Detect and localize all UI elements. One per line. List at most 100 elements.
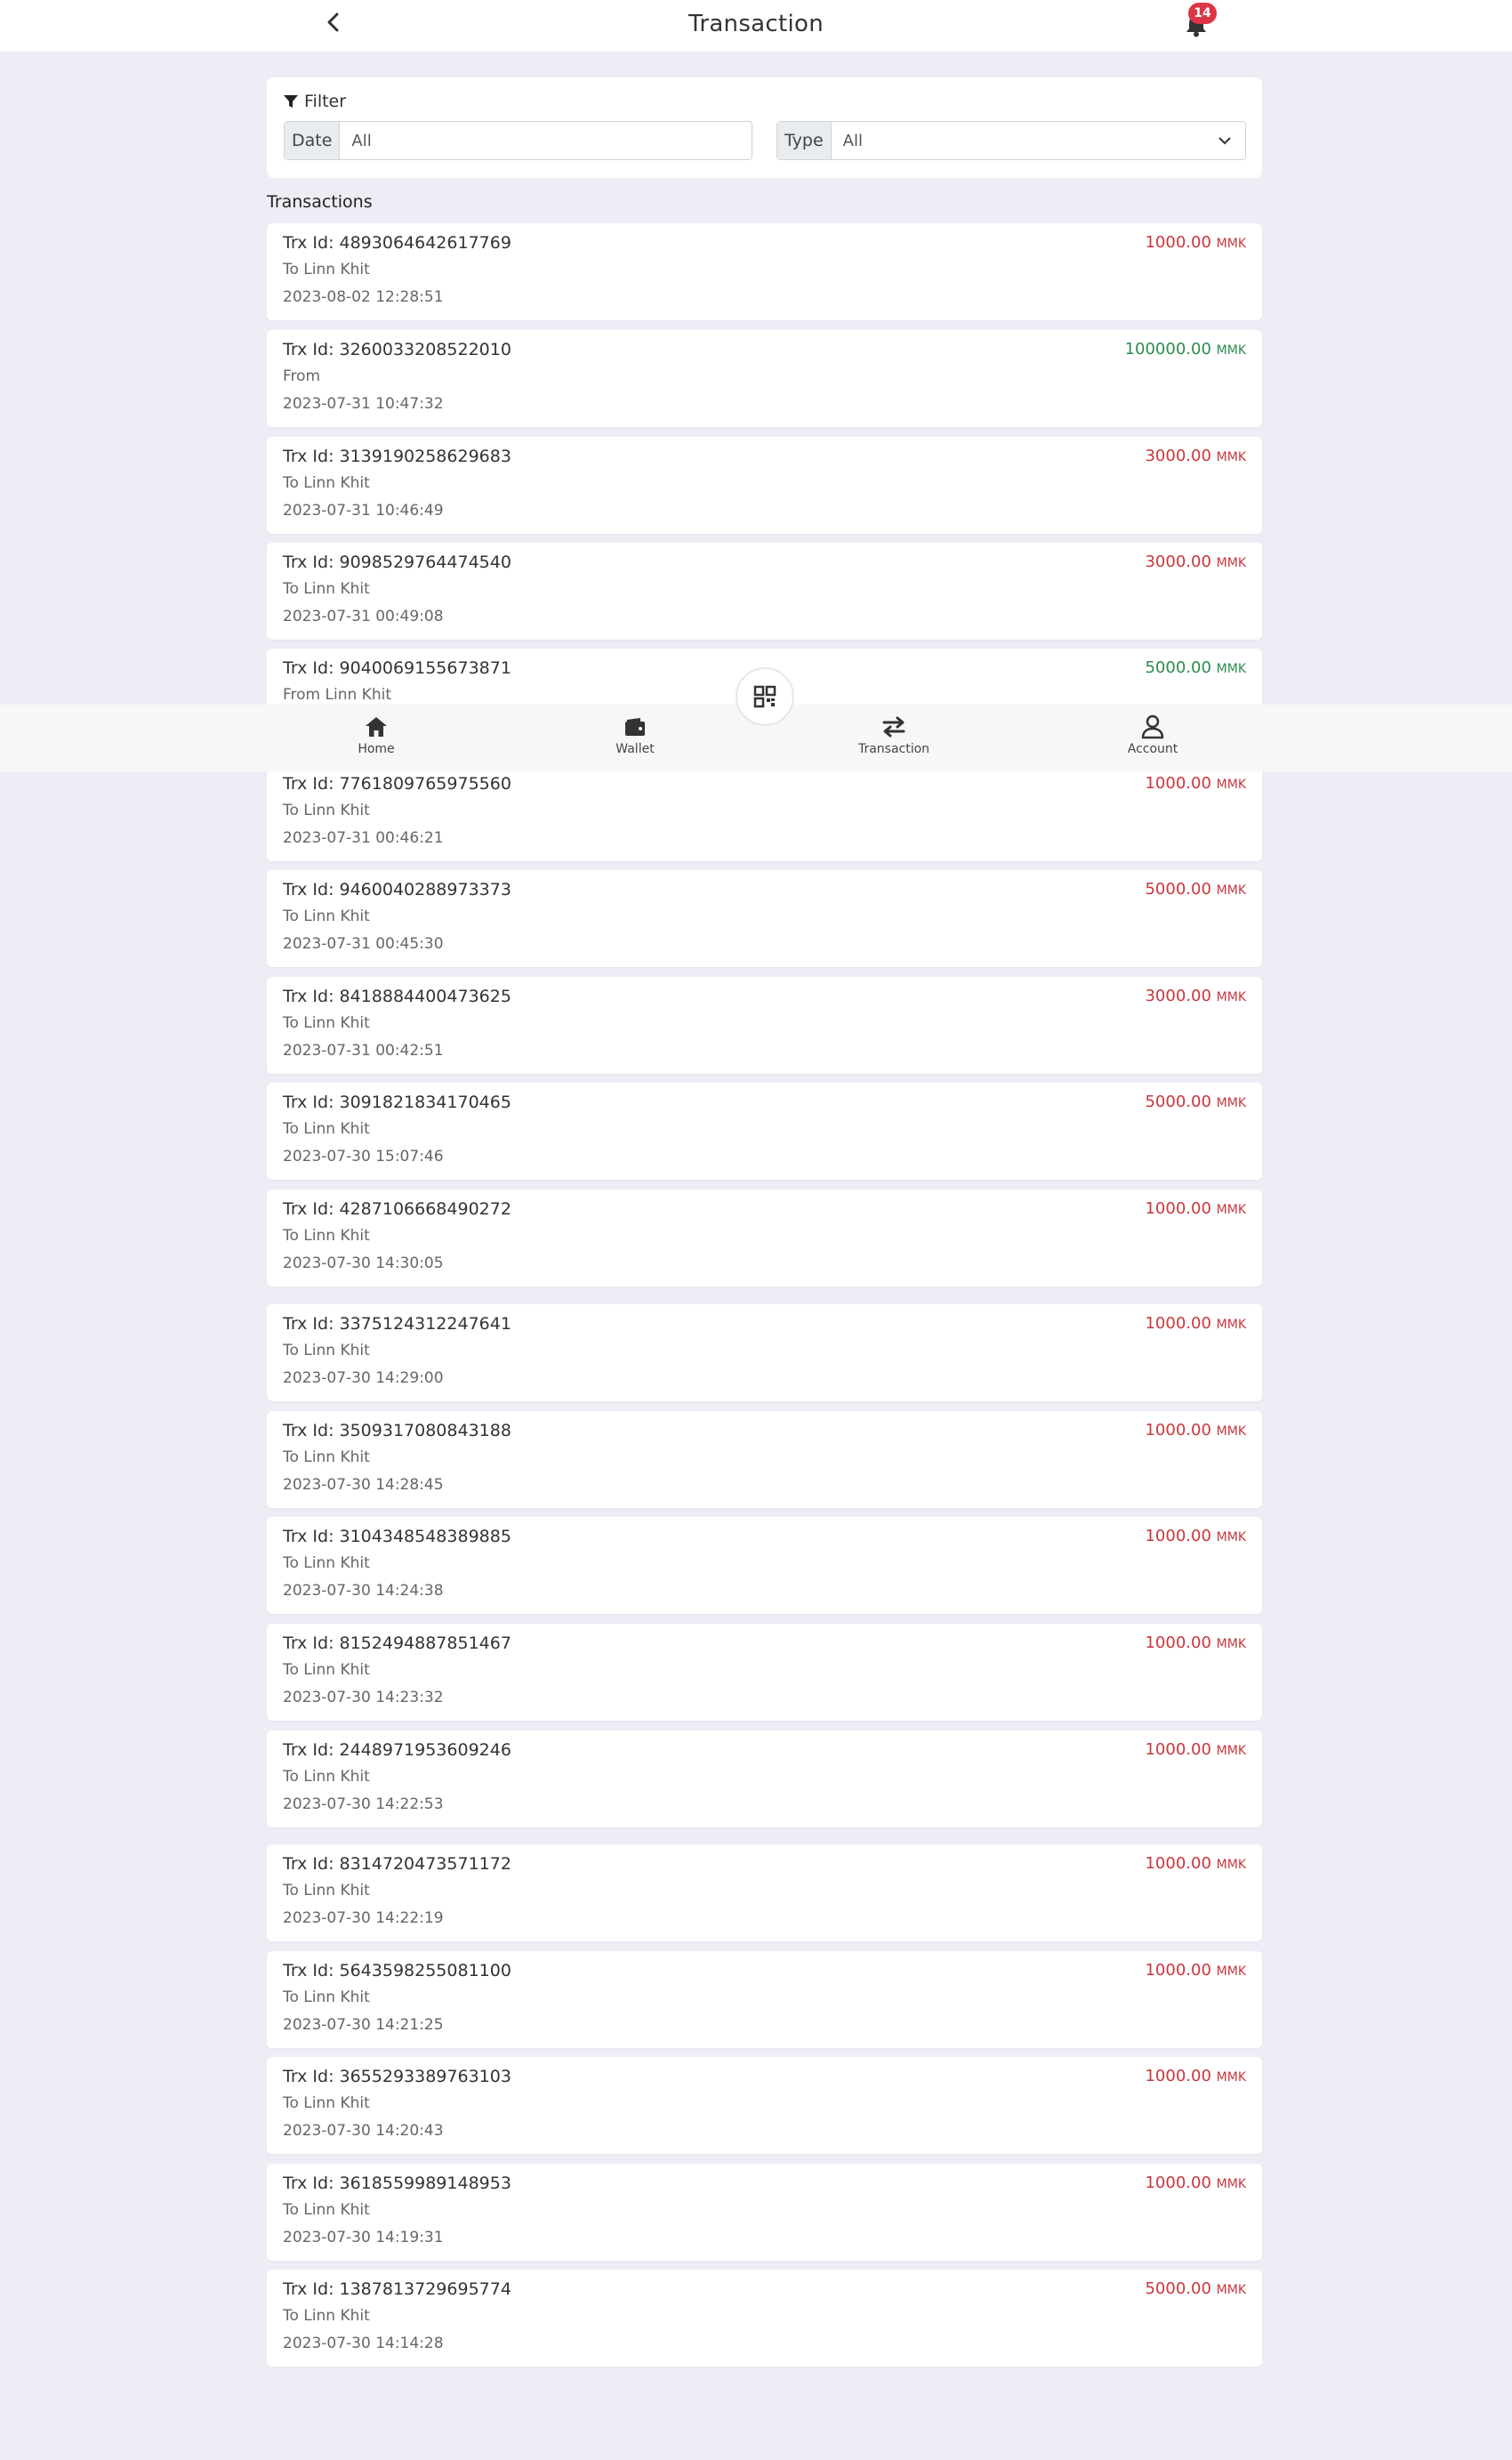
amount-value: 1000.00: [1145, 2174, 1211, 2192]
filter-heading: Filter: [283, 92, 346, 111]
transaction-date: 2023-07-30 15:07:46: [283, 1148, 444, 1165]
transaction-amount: 1000.00 MMK: [1145, 1854, 1246, 1873]
page-title: Transaction: [688, 11, 824, 37]
transaction-card[interactable]: Trx Id: 3139190258629683 To Linn Khit 20…: [267, 437, 1262, 534]
transaction-card[interactable]: Trx Id: 3618559989148953 To Linn Khit 20…: [267, 2164, 1262, 2261]
transaction-card[interactable]: Trx Id: 8152494887851467 To Linn Khit 20…: [267, 1624, 1262, 1721]
transaction-card[interactable]: Trx Id: 8314720473571172 To Linn Khit 20…: [267, 1844, 1262, 1941]
transaction-amount: 1000.00 MMK: [1145, 1740, 1246, 1759]
transaction-card[interactable]: Trx Id: 3509317080843188 To Linn Khit 20…: [267, 1411, 1262, 1508]
amount-currency: MMK: [1216, 1858, 1246, 1872]
transaction-party: To Linn Khit: [283, 580, 370, 598]
amount-currency: MMK: [1216, 1744, 1246, 1758]
amount-value: 1000.00: [1145, 233, 1211, 252]
transaction-id: Trx Id: 3139190258629683: [283, 447, 511, 466]
transaction-id: Trx Id: 4287106668490272: [283, 1199, 511, 1219]
transaction-id: Trx Id: 4893064642617769: [283, 233, 511, 253]
amount-currency: MMK: [1216, 1964, 1246, 1979]
amount-value: 3000.00: [1145, 447, 1211, 465]
transaction-id: Trx Id: 3509317080843188: [283, 1421, 511, 1440]
transaction-party: To Linn Khit: [283, 802, 370, 819]
app-header: Transaction 14: [0, 0, 1512, 52]
transaction-amount: 1000.00 MMK: [1145, 1633, 1246, 1652]
transaction-id: Trx Id: 9098529764474540: [283, 552, 511, 572]
nav-wallet[interactable]: Wallet: [564, 714, 706, 756]
filter-icon: [284, 95, 298, 108]
transaction-card[interactable]: Trx Id: 1387813729695774 To Linn Khit 20…: [267, 2270, 1262, 2367]
type-dropdown-toggle[interactable]: [1218, 122, 1245, 159]
amount-currency: MMK: [1216, 1530, 1246, 1545]
user-icon: [1141, 714, 1164, 739]
transaction-id: Trx Id: 3618559989148953: [283, 2174, 511, 2193]
nav-account-label: Account: [1127, 742, 1178, 756]
transaction-date: 2023-07-30 14:24:38: [283, 1582, 444, 1600]
transaction-date: 2023-07-30 14:20:43: [283, 2122, 444, 2140]
transaction-card[interactable]: Trx Id: 3375124312247641 To Linn Khit 20…: [267, 1304, 1262, 1401]
nav-account[interactable]: Account: [1082, 714, 1224, 756]
transaction-amount: 3000.00 MMK: [1145, 987, 1246, 1005]
transaction-party: To Linn Khit: [283, 474, 370, 492]
date-filter[interactable]: Date All: [284, 121, 752, 160]
transaction-date: 2023-08-02 12:28:51: [283, 288, 444, 306]
transaction-card[interactable]: Trx Id: 8418884400473625 To Linn Khit 20…: [267, 977, 1262, 1074]
nav-transaction[interactable]: Transaction: [823, 714, 965, 756]
transaction-date: 2023-07-30 14:23:32: [283, 1689, 444, 1706]
amount-value: 100000.00: [1124, 340, 1211, 359]
amount-currency: MMK: [1216, 556, 1246, 570]
type-label: Type: [777, 122, 832, 159]
transaction-card[interactable]: Trx Id: 5643598255081100 To Linn Khit 20…: [267, 1951, 1262, 2048]
amount-value: 5000.00: [1145, 1093, 1211, 1111]
transaction-amount: 1000.00 MMK: [1145, 1527, 1246, 1545]
transaction-amount: 5000.00 MMK: [1145, 880, 1246, 899]
amount-value: 1000.00: [1145, 774, 1211, 793]
transaction-amount: 1000.00 MMK: [1145, 774, 1246, 793]
transaction-party: To Linn Khit: [283, 1014, 370, 1032]
transfer-arrows-icon: [882, 716, 905, 738]
type-select[interactable]: All: [832, 122, 1218, 159]
transaction-party: To Linn Khit: [283, 2307, 370, 2325]
amount-value: 1000.00: [1145, 1740, 1211, 1759]
amount-value: 1000.00: [1145, 1314, 1211, 1333]
amount-currency: MMK: [1216, 883, 1246, 898]
transaction-date: 2023-07-30 14:21:25: [283, 2016, 444, 2034]
transaction-amount: 5000.00 MMK: [1145, 658, 1246, 677]
transaction-card[interactable]: Trx Id: 4287106668490272 To Linn Khit 20…: [267, 1190, 1262, 1286]
transaction-id: Trx Id: 8418884400473625: [283, 987, 511, 1006]
transaction-date: 2023-07-31 00:42:51: [283, 1042, 444, 1060]
transaction-amount: 1000.00 MMK: [1145, 1961, 1246, 1980]
transaction-card[interactable]: Trx Id: 4893064642617769 To Linn Khit 20…: [267, 223, 1262, 320]
transaction-card[interactable]: Trx Id: 3104348548389885 To Linn Khit 20…: [267, 1517, 1262, 1614]
filter-card: Filter Date All Type All: [267, 77, 1262, 178]
transaction-party: To Linn Khit: [283, 2201, 370, 2219]
date-label: Date: [285, 122, 341, 159]
transaction-amount: 1000.00 MMK: [1145, 1421, 1246, 1440]
transaction-card[interactable]: Trx Id: 7761809765975560 To Linn Khit 20…: [267, 764, 1262, 861]
transaction-card[interactable]: Trx Id: 3260033208522010 From 2023-07-31…: [267, 330, 1262, 427]
transaction-id: Trx Id: 3260033208522010: [283, 340, 511, 359]
transaction-card[interactable]: Trx Id: 2448971953609246 To Linn Khit 20…: [267, 1730, 1262, 1827]
amount-value: 5000.00: [1145, 2279, 1211, 2298]
transaction-date: 2023-07-30 14:22:53: [283, 1795, 444, 1813]
nav-home[interactable]: Home: [305, 714, 447, 756]
transaction-party: To Linn Khit: [283, 1448, 370, 1466]
date-input[interactable]: All: [340, 122, 752, 159]
transaction-card[interactable]: Trx Id: 9098529764474540 To Linn Khit 20…: [267, 543, 1262, 640]
transaction-party: To Linn Khit: [283, 1342, 370, 1359]
transaction-card[interactable]: Trx Id: 9460040288973373 To Linn Khit 20…: [267, 870, 1262, 967]
amount-currency: MMK: [1216, 1203, 1246, 1217]
transaction-id: Trx Id: 8314720473571172: [283, 1854, 511, 1874]
amount-currency: MMK: [1216, 990, 1246, 1004]
filter-title: Filter: [304, 92, 347, 111]
transaction-card[interactable]: Trx Id: 3655293389763103 To Linn Khit 20…: [267, 2057, 1262, 2154]
transaction-card[interactable]: Trx Id: 3091821834170465 To Linn Khit 20…: [267, 1083, 1262, 1180]
transaction-id: Trx Id: 9460040288973373: [283, 880, 511, 899]
type-filter[interactable]: Type All: [776, 121, 1246, 160]
nav-wallet-label: Wallet: [615, 742, 655, 756]
transaction-party: To Linn Khit: [283, 2094, 370, 2112]
amount-value: 1000.00: [1145, 2067, 1211, 2085]
transaction-id: Trx Id: 2448971953609246: [283, 1740, 511, 1760]
qr-scan-button[interactable]: [736, 667, 794, 726]
amount-value: 5000.00: [1145, 880, 1211, 899]
transaction-party: From Linn Khit: [283, 686, 391, 704]
transaction-date: 2023-07-30 14:14:28: [283, 2335, 444, 2352]
